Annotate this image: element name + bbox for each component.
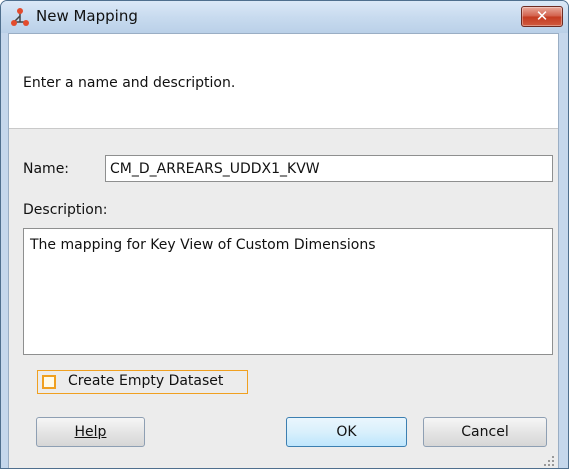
window-title: New Mapping (36, 7, 138, 25)
instruction-text: Enter a name and description. (23, 75, 236, 91)
title-bar[interactable]: New Mapping ✕ (1, 1, 568, 33)
new-mapping-dialog: New Mapping ✕ Enter a name and descripti… (0, 0, 569, 469)
ok-button[interactable]: OK (286, 417, 407, 447)
close-button[interactable]: ✕ (521, 6, 563, 27)
dialog-body: Enter a name and description. Name: Desc… (8, 33, 559, 468)
name-field[interactable] (105, 155, 553, 182)
cancel-button-label: Cancel (461, 424, 509, 440)
cancel-button[interactable]: Cancel (423, 417, 547, 447)
instruction-panel: Enter a name and description. (9, 34, 558, 129)
name-label: Name: (23, 161, 70, 177)
help-button-label: Help (74, 424, 107, 440)
create-empty-dataset-checkbox[interactable] (42, 375, 56, 389)
ok-button-label: OK (336, 424, 357, 440)
resize-grip-icon[interactable] (543, 455, 555, 467)
create-empty-dataset-option[interactable]: Create Empty Dataset (37, 370, 248, 394)
description-label: Description: (23, 202, 108, 218)
description-field[interactable]: The mapping for Key View of Custom Dimen… (23, 228, 553, 355)
help-button[interactable]: Help (36, 417, 145, 447)
create-empty-dataset-label[interactable]: Create Empty Dataset (68, 373, 223, 389)
close-icon: ✕ (535, 7, 549, 25)
mapping-icon (11, 8, 29, 26)
